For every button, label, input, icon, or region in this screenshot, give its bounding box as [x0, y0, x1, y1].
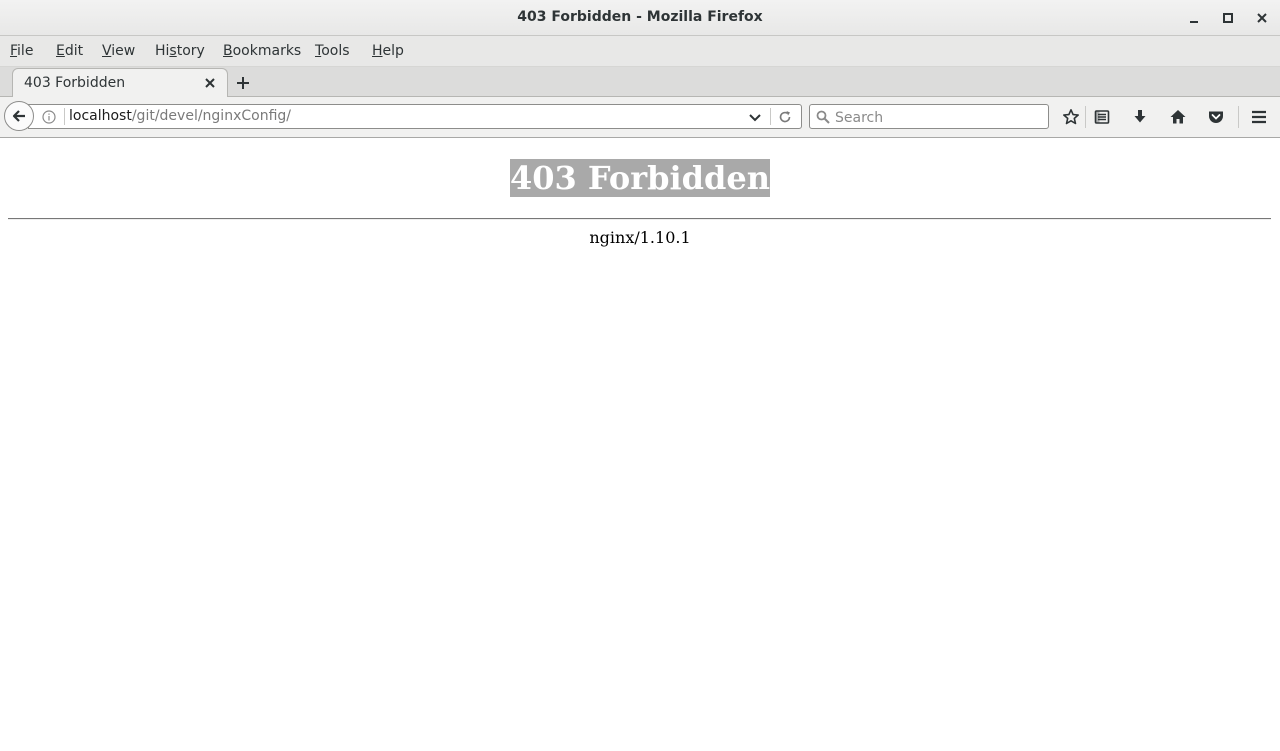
site-info-icon[interactable]	[41, 109, 57, 125]
reload-icon[interactable]	[777, 109, 793, 125]
url-separator	[770, 108, 771, 125]
new-tab-icon[interactable]	[233, 73, 253, 93]
menu-bar: File Edit View History Bookmarks Tools H…	[0, 36, 1280, 67]
tab-label: 403 Forbidden	[24, 75, 126, 91]
menu-help[interactable]: Help	[372, 43, 404, 59]
close-tab-icon[interactable]	[202, 75, 218, 91]
url-path: /git/devel/nginxConfig/	[131, 108, 291, 124]
menu-history[interactable]: History	[155, 43, 205, 59]
url-text[interactable]: localhost/git/devel/nginxConfig/	[69, 108, 291, 124]
window-title: 403 Forbidden - Mozilla Firefox	[517, 9, 763, 25]
pocket-icon[interactable]	[1205, 106, 1227, 128]
page-heading: 403 Forbidden	[0, 159, 1280, 197]
search-icon	[816, 110, 830, 124]
tab-403-forbidden[interactable]: 403 Forbidden	[12, 68, 228, 97]
home-icon[interactable]	[1167, 106, 1189, 128]
tab-bar: 403 Forbidden	[0, 67, 1280, 97]
url-bar[interactable]: localhost/git/devel/nginxConfig/	[28, 104, 802, 129]
close-window-icon[interactable]	[1252, 8, 1272, 28]
toolbar-separator	[1238, 106, 1239, 128]
back-button[interactable]	[4, 101, 34, 131]
minimize-window-icon[interactable]	[1184, 8, 1204, 28]
menu-file[interactable]: File	[10, 43, 33, 59]
menu-view[interactable]: View	[102, 43, 135, 59]
menu-edit[interactable]: Edit	[56, 43, 83, 59]
search-bar[interactable]	[809, 104, 1049, 129]
bookmark-star-icon[interactable]	[1060, 106, 1082, 128]
reading-list-icon[interactable]	[1091, 106, 1113, 128]
maximize-window-icon[interactable]	[1218, 8, 1238, 28]
search-input[interactable]	[833, 106, 1047, 129]
downloads-icon[interactable]	[1129, 106, 1151, 128]
chevron-down-icon[interactable]	[747, 109, 763, 125]
url-host: localhost	[69, 108, 132, 124]
menu-icon[interactable]	[1248, 106, 1270, 128]
window-titlebar: 403 Forbidden - Mozilla Firefox	[0, 0, 1280, 36]
menu-tools[interactable]: Tools	[315, 43, 350, 59]
back-arrow-icon	[12, 110, 25, 122]
horizontal-rule	[8, 218, 1271, 220]
page-heading-text: 403 Forbidden	[509, 159, 770, 197]
url-separator	[64, 108, 65, 125]
menu-bookmarks[interactable]: Bookmarks	[223, 43, 301, 59]
toolbar-separator	[1085, 106, 1086, 128]
page-content: 403 Forbidden nginx/1.10.1	[0, 138, 1280, 751]
server-signature: nginx/1.10.1	[589, 228, 691, 247]
navigation-toolbar: localhost/git/devel/nginxConfig/	[0, 97, 1280, 138]
